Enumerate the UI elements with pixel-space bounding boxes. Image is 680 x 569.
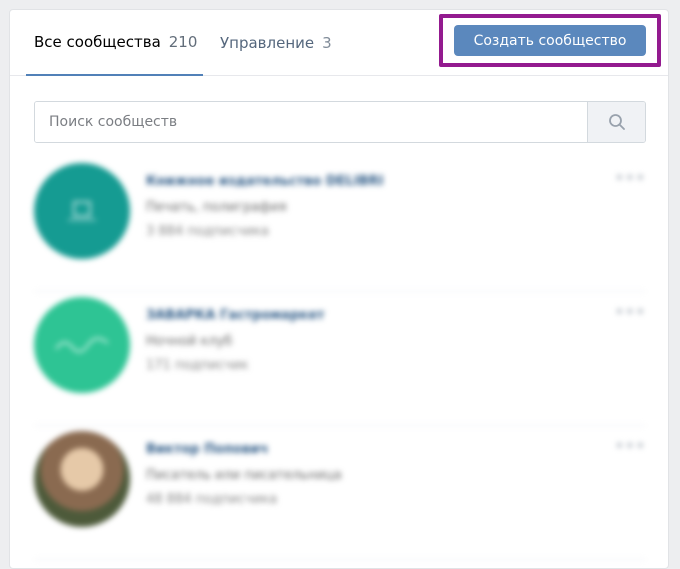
tab-all-communities[interactable]: Все сообщества 210 <box>26 10 203 76</box>
community-name[interactable]: ЗАВАРКА Гастромаркет <box>146 308 324 323</box>
community-subscribers: 48 884 подписчика <box>146 492 278 507</box>
tab-manage-label: Управление <box>220 34 315 52</box>
community-subscribers: 3 884 подписчика <box>146 224 269 239</box>
community-category: Писатель или писательница <box>146 468 342 483</box>
community-subscribers: 171 подписчик <box>146 358 249 373</box>
publisher-logo-icon[interactable] <box>34 163 130 259</box>
more-icon[interactable]: ••• <box>615 168 646 187</box>
script-logo-icon[interactable] <box>34 297 130 393</box>
community-name[interactable]: Книжное издательство DELIBRI <box>146 174 383 189</box>
tab-management[interactable]: Управление 3 <box>220 10 332 76</box>
communities-card: Все сообщества 210 Управление 3 Создать … <box>9 9 669 569</box>
tab-all-label: Все сообщества <box>34 33 161 51</box>
more-icon[interactable]: ••• <box>615 436 646 455</box>
more-icon[interactable]: ••• <box>615 302 646 321</box>
search-button[interactable] <box>587 102 645 142</box>
list-item[interactable]: ЗАВАРКА Гастромаркет Ночной клуб 171 под… <box>34 292 646 426</box>
search-input[interactable] <box>35 102 587 142</box>
search-icon <box>608 114 625 130</box>
community-category: Печать, полиграфия <box>146 200 287 215</box>
search-bar <box>34 101 646 143</box>
community-name[interactable]: Виктор Попович <box>146 442 268 457</box>
person-photo-icon[interactable] <box>34 431 130 527</box>
list-item[interactable]: Книжное издательство DELIBRI Печать, пол… <box>34 158 646 292</box>
community-category: Ночной клуб <box>146 334 233 349</box>
communities-list: Книжное издательство DELIBRI Печать, пол… <box>34 158 646 568</box>
list-item[interactable]: Виктор Попович Писатель или писательница… <box>34 426 646 560</box>
tabs-bar: Все сообщества 210 Управление 3 Создать … <box>10 10 668 76</box>
tab-all-count: 210 <box>168 33 198 51</box>
create-community-button[interactable]: Создать сообщество <box>454 25 646 56</box>
tab-manage-count: 3 <box>322 34 332 52</box>
